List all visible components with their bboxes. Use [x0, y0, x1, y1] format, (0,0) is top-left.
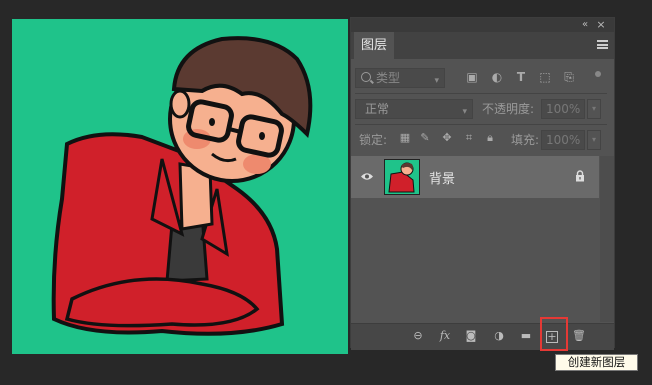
opacity-dropdown-button[interactable]: ▾: [587, 99, 601, 119]
fill-input[interactable]: 100%: [541, 130, 585, 150]
layers-footer-toolbar: ⊖ fx ◙ ◑ ▬ + 🗑︎: [351, 323, 614, 350]
smart-object-filter-icon[interactable]: ⎘: [562, 70, 576, 84]
layers-panel: « × 图层 类型 ▾ ▣ ◐ T ⬚ ⎘ 正常 ▾ 不透明度: 100% ▾ …: [350, 17, 615, 350]
panel-menu-icon[interactable]: [597, 40, 608, 49]
filter-type-label: 类型: [376, 71, 401, 85]
adjustment-filter-icon[interactable]: ◐: [490, 70, 504, 84]
layer-name: 背景: [429, 172, 456, 187]
filter-toggle-icon[interactable]: [595, 71, 601, 77]
blend-mode-select[interactable]: 正常 ▾: [355, 99, 473, 119]
layer-filter-row: 类型 ▾ ▣ ◐ T ⬚ ⎘: [351, 63, 614, 93]
image-filter-icon[interactable]: ▣: [465, 70, 479, 84]
add-mask-icon[interactable]: ◙: [464, 329, 478, 343]
adjustment-layer-icon[interactable]: ◑: [492, 329, 506, 343]
collapse-panel-button[interactable]: «: [578, 18, 592, 32]
layer-item[interactable]: 背景: [351, 156, 599, 198]
shape-filter-icon[interactable]: ⬚: [538, 70, 552, 84]
visibility-eye-icon[interactable]: [361, 172, 373, 181]
lock-transparent-pixels-icon[interactable]: ▦: [399, 132, 411, 144]
link-layers-icon[interactable]: ⊖: [411, 329, 425, 343]
lock-position-icon[interactable]: ✥: [441, 132, 453, 144]
blend-mode-value: 正常: [365, 102, 390, 116]
new-layer-tooltip: 创建新图层: [555, 354, 638, 371]
close-panel-button[interactable]: ×: [594, 18, 608, 32]
delete-layer-icon[interactable]: 🗑︎: [572, 329, 586, 343]
new-group-icon[interactable]: ▬: [519, 329, 533, 343]
fx-icon[interactable]: fx: [438, 329, 452, 343]
tab-layers[interactable]: 图层: [354, 32, 394, 59]
lock-artboard-icon[interactable]: ⌗: [463, 132, 475, 144]
character-illustration: [51, 36, 313, 336]
layer-lock-icon[interactable]: [575, 170, 585, 182]
panel-title-bar: « ×: [351, 18, 614, 32]
blend-row: 正常 ▾ 不透明度: 100% ▾: [351, 94, 614, 124]
fill-dropdown-button[interactable]: ▾: [587, 130, 601, 150]
layers-scrollbar[interactable]: [600, 156, 614, 322]
layer-thumbnail: [384, 159, 420, 195]
new-layer-highlight-box: [540, 317, 568, 351]
chevron-down-icon: ▾: [462, 107, 467, 117]
lock-image-pixels-icon[interactable]: ✎: [419, 132, 431, 144]
lock-row: 锁定: ▦ ✎ ✥ ⌗ 🔒︎ 填充: 100% ▾: [351, 125, 614, 155]
chevron-down-icon: ▾: [434, 76, 439, 86]
opacity-input[interactable]: 100%: [541, 99, 585, 119]
fill-label: 填充:: [511, 133, 540, 147]
opacity-label: 不透明度:: [482, 102, 535, 116]
document-canvas[interactable]: [12, 19, 348, 354]
filter-type-select[interactable]: 类型 ▾: [355, 68, 445, 88]
search-icon: [361, 72, 371, 82]
panel-tab-bar: 图层: [351, 32, 614, 59]
type-filter-icon[interactable]: T: [514, 70, 528, 84]
lock-label: 锁定:: [359, 133, 388, 147]
lock-all-icon[interactable]: 🔒︎: [484, 132, 496, 144]
